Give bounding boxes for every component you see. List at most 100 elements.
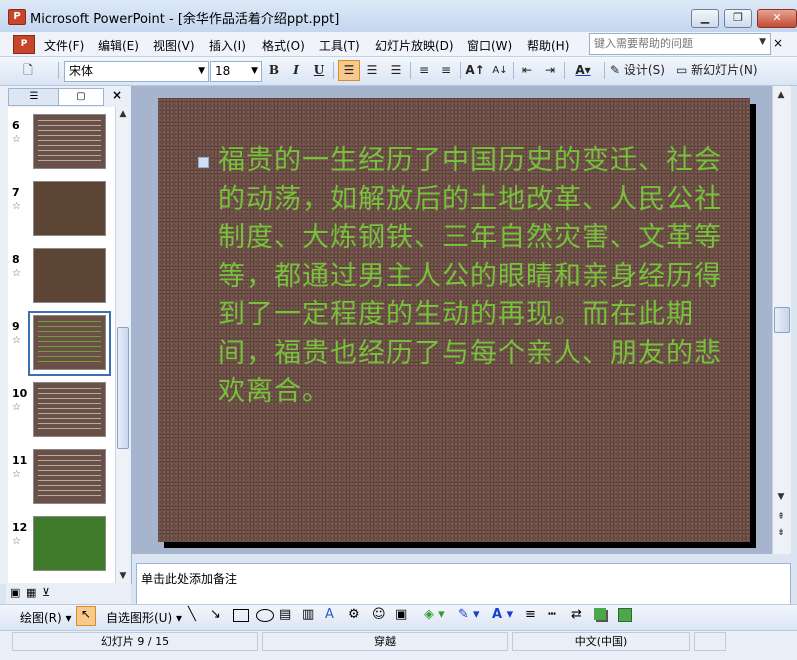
new-slide-button[interactable]: ▭ 新幻灯片(N) [676, 61, 766, 80]
slide-thumbnail-7[interactable] [33, 181, 106, 236]
toolbar-separator [410, 62, 411, 79]
dash-style-icon[interactable]: ┅ [548, 607, 556, 622]
design-button[interactable]: ✎ 设计(S) [610, 61, 670, 80]
autoshapes-menu[interactable]: 自选图形(U) ▾ [106, 609, 182, 626]
thumbnail-number: 7 [12, 186, 20, 199]
wordart-icon[interactable]: A [325, 607, 334, 622]
scroll-down-icon[interactable]: ▼ [773, 490, 789, 504]
notes-pane[interactable]: 单击此处添加备注 [136, 563, 791, 605]
slide-thumbnail-9[interactable] [33, 315, 106, 370]
slide-body-text[interactable]: 福贵的一生经历了中国历史的变迁、社会的动荡，如解放后的土地改革、人民公社制度、大… [218, 142, 734, 412]
transition-star-icon: ☆ [12, 335, 21, 346]
3d-style-icon[interactable] [618, 608, 632, 622]
slide-sorter-icon[interactable]: ▦ [26, 586, 36, 599]
help-search-input[interactable] [590, 34, 758, 52]
line-color-icon[interactable]: ✎ ▾ [458, 607, 480, 622]
view-buttons: ▣ ▦ ⊻ [6, 584, 131, 604]
slide-thumbnail-6[interactable] [33, 114, 106, 169]
slide-thumbnail-8[interactable] [33, 248, 106, 303]
align-right-icon[interactable]: ☰ [386, 61, 406, 80]
transition-star-icon: ☆ [12, 536, 21, 547]
transition-star-icon: ☆ [12, 402, 21, 413]
help-search-box[interactable]: ▼ [589, 33, 771, 55]
bold-button[interactable]: B [265, 61, 283, 80]
new-document-icon[interactable]: 🗋 [18, 61, 38, 80]
outline-tab[interactable]: ☰ [8, 88, 60, 106]
normal-view-icon[interactable]: ▣ [10, 586, 20, 599]
rectangle-tool-icon[interactable] [233, 609, 249, 622]
clipart-icon[interactable]: ☺ [372, 607, 386, 622]
underline-button[interactable]: U [310, 61, 328, 80]
toolbar-separator [604, 62, 605, 79]
font-name-select[interactable]: 宋体 ▼ [64, 61, 209, 82]
document-icon[interactable]: P [13, 35, 35, 54]
close-button[interactable]: ✕ [757, 9, 797, 28]
font-name-value: 宋体 [69, 64, 94, 78]
window-title: Microsoft PowerPoint - [余华作品活着介绍ppt.ppt] [30, 12, 340, 27]
menu-slideshow[interactable]: 幻灯片放映(D) [375, 37, 454, 54]
align-center-icon[interactable]: ☰ [362, 61, 382, 80]
font-color-icon[interactable]: A ▾ [492, 607, 513, 622]
menu-edit[interactable]: 编辑(E) [98, 37, 139, 54]
language-indicator: 中文(中国) [512, 632, 690, 651]
panel-scrollbar[interactable]: ▲ ▼ [115, 107, 129, 583]
oval-tool-icon[interactable] [256, 609, 274, 622]
diagram-icon[interactable]: ⚙ [348, 607, 360, 622]
current-slide[interactable]: 福贵的一生经历了中国历史的变迁、社会的动荡，如解放后的土地改革、人民公社制度、大… [158, 98, 750, 542]
thumbnail-number: 9 [12, 320, 20, 333]
select-pointer-icon[interactable]: ↖ [76, 606, 96, 626]
draw-menu[interactable]: 绘图(R) ▾ [20, 609, 72, 626]
line-style-icon[interactable]: ≡ [525, 607, 536, 622]
decrease-indent-icon[interactable]: ⇤ [518, 61, 536, 80]
previous-slide-icon[interactable]: ⇞ [773, 510, 789, 524]
menu-format[interactable]: 格式(O) [262, 37, 305, 54]
font-color-icon[interactable]: A▾ [569, 61, 597, 80]
menu-help[interactable]: 帮助(H) [527, 37, 569, 54]
menu-insert[interactable]: 插入(I) [209, 37, 246, 54]
scroll-up-icon[interactable]: ▲ [773, 88, 789, 102]
slide-thumbnail-12[interactable] [33, 516, 106, 571]
scroll-thumb[interactable] [117, 327, 129, 449]
shadow-style-icon[interactable] [594, 608, 606, 620]
menu-file[interactable]: 文件(F) [44, 37, 84, 54]
scroll-up-icon[interactable]: ▲ [115, 107, 131, 121]
powerpoint-app-icon[interactable]: P [8, 9, 26, 25]
minimize-button[interactable]: ▁ [691, 9, 719, 28]
panel-tabs: ☰ ▢ × [8, 88, 128, 106]
thumbnail-text-lines [38, 455, 101, 498]
slideshow-view-icon[interactable]: ⊻ [42, 586, 50, 599]
menu-tools[interactable]: 工具(T) [319, 37, 360, 54]
close-document-icon[interactable]: × [773, 36, 783, 50]
toolbar-separator [58, 62, 59, 79]
align-left-icon[interactable]: ☰ [338, 60, 360, 81]
decrease-font-icon[interactable]: A↓ [490, 61, 510, 80]
textbox-tool-icon[interactable]: ▤ [279, 607, 291, 622]
numbered-list-icon[interactable]: ≡ [415, 61, 433, 80]
bulleted-list-icon[interactable]: ≡ [437, 61, 455, 80]
transition-star-icon: ☆ [12, 268, 21, 279]
close-panel-icon[interactable]: × [112, 88, 122, 102]
next-slide-icon[interactable]: ⇟ [773, 526, 789, 540]
scroll-down-icon[interactable]: ▼ [115, 569, 131, 583]
arrow-tool-icon[interactable]: ↘ [210, 607, 221, 622]
scroll-thumb[interactable] [774, 307, 790, 333]
picture-icon[interactable]: ▣ [395, 607, 407, 622]
autoshapes-label: 自选图形(U) [106, 611, 173, 625]
restore-button[interactable]: ❐ [724, 9, 752, 28]
slides-tab[interactable]: ▢ [58, 88, 104, 106]
menu-window[interactable]: 窗口(W) [467, 37, 512, 54]
vertical-textbox-icon[interactable]: ▥ [302, 607, 314, 622]
thumbnail-number: 12 [12, 521, 28, 534]
arrow-style-icon[interactable]: ⇄ [571, 607, 582, 622]
notes-placeholder[interactable]: 单击此处添加备注 [141, 570, 237, 587]
slide-thumbnail-10[interactable] [33, 382, 106, 437]
slide-thumbnail-11[interactable] [33, 449, 106, 504]
font-size-select[interactable]: 18 ▼ [210, 61, 262, 82]
menu-view[interactable]: 视图(V) [153, 37, 195, 54]
increase-indent-icon[interactable]: ⇥ [541, 61, 559, 80]
line-tool-icon[interactable]: ╲ [188, 607, 196, 622]
fill-color-icon[interactable]: ◈ ▾ [424, 607, 445, 622]
chevron-down-icon[interactable]: ▼ [759, 37, 766, 47]
increase-font-icon[interactable]: A↑ [465, 61, 485, 80]
italic-button[interactable]: I [287, 61, 305, 80]
